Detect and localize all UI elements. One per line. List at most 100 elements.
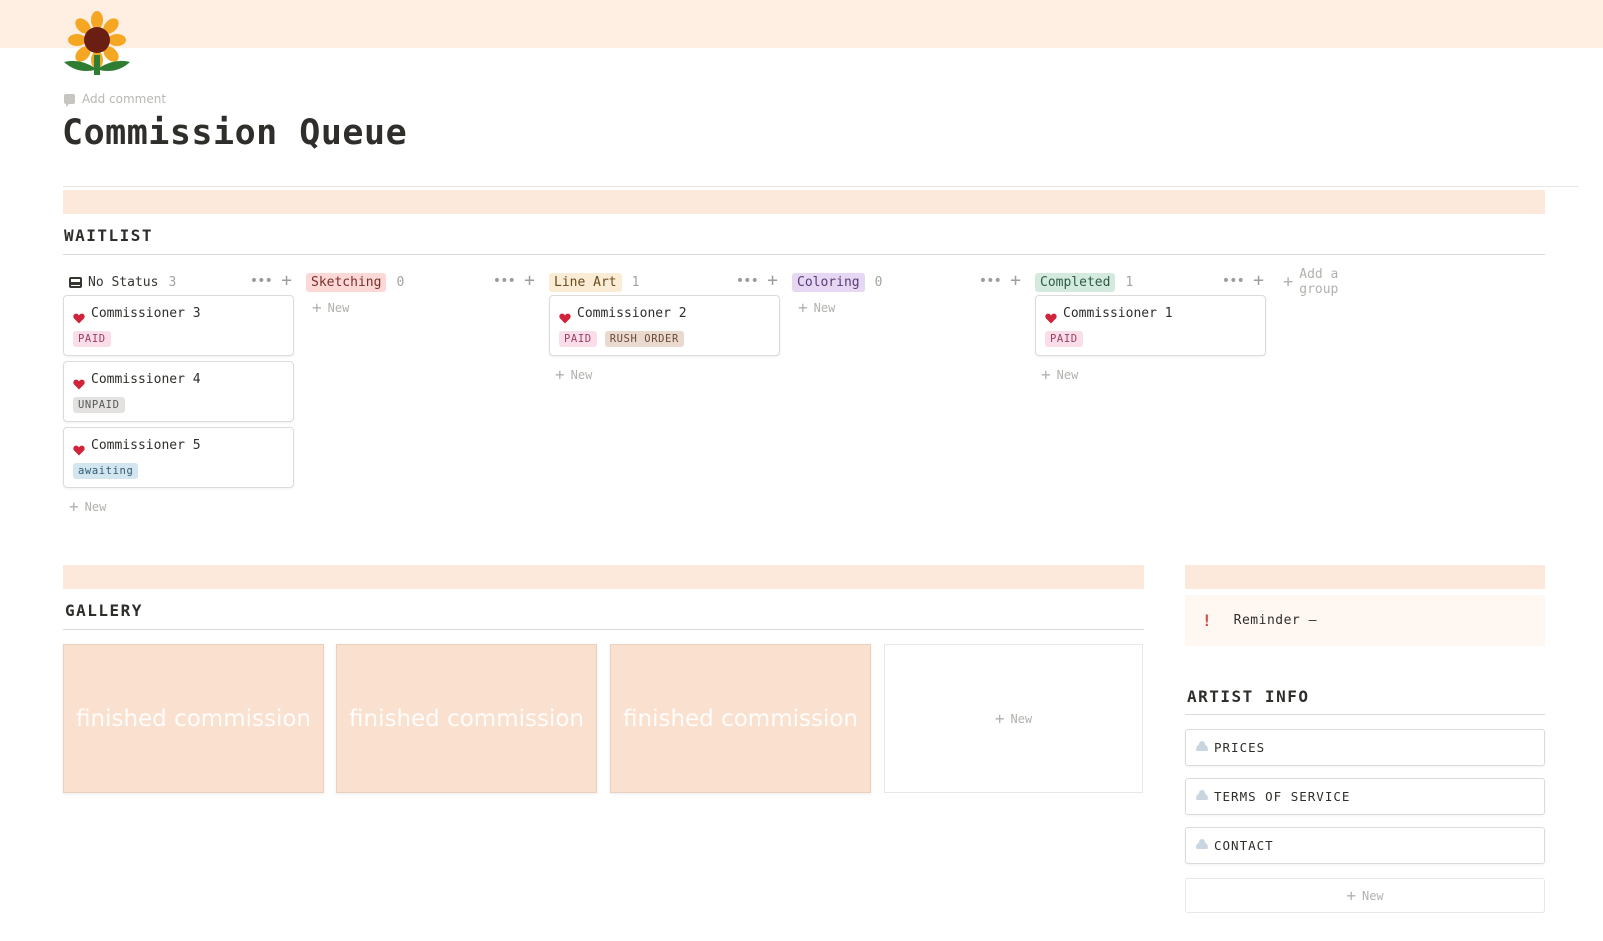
board-card[interactable]: Commissioner 4 UNPAID (63, 361, 294, 422)
new-card-button[interactable]: + New (555, 365, 784, 384)
new-card-button[interactable]: + New (312, 300, 541, 316)
board-column: Completed 1 ••• + Commissioner 1 PAID + New (1035, 270, 1270, 384)
column-header[interactable]: No Status 3 ••• + (63, 270, 298, 294)
more-icon[interactable]: ••• (250, 273, 273, 289)
card-title: Commissioner 1 (1063, 306, 1173, 321)
artist-info-terms-of-service[interactable]: TERMS OF SERVICE (1185, 778, 1545, 815)
artist-info-new-button[interactable]: + New (1185, 878, 1545, 913)
more-icon[interactable]: ••• (736, 273, 759, 289)
plus-icon: + (1346, 886, 1356, 905)
add-card-icon[interactable]: + (524, 270, 535, 292)
card-title: Commissioner 2 (577, 306, 687, 321)
plus-icon: + (555, 365, 565, 384)
sidebar-banner (1185, 565, 1545, 589)
column-count: 1 (1125, 274, 1134, 290)
page-title[interactable]: Commission Queue (62, 113, 407, 153)
new-label: New (327, 301, 350, 315)
gallery-banner (63, 565, 1144, 589)
column-count: 1 (631, 274, 640, 290)
column-label: Completed (1035, 272, 1116, 292)
gallery-card-title: finished commission (76, 705, 311, 732)
new-label: New (84, 500, 107, 514)
more-icon[interactable]: ••• (493, 273, 516, 289)
artist-info-prices[interactable]: PRICES (1185, 729, 1545, 766)
reminder-text: Reminder — (1233, 613, 1317, 628)
add-group-button[interactable]: + Add a group (1283, 267, 1339, 297)
board-column: Coloring 0 ••• + + New (792, 270, 1027, 317)
more-icon[interactable]: ••• (1222, 273, 1245, 289)
plus-icon: + (798, 298, 808, 317)
reminder-callout[interactable]: ! Reminder — (1185, 595, 1545, 646)
add-card-icon[interactable]: + (1253, 270, 1264, 292)
column-header[interactable]: Sketching 0 ••• + (306, 270, 541, 294)
artist-info-heading: ARTIST INFO (1187, 687, 1310, 706)
card-title: Commissioner 3 (91, 306, 201, 321)
add-comment-button[interactable]: Add comment (64, 92, 167, 107)
new-label: New (1361, 888, 1384, 903)
status-tag: PAID (1045, 331, 1083, 347)
column-count: 0 (396, 274, 405, 290)
column-header[interactable]: Coloring 0 ••• + (792, 270, 1027, 294)
card-tags: awaiting (73, 463, 139, 479)
gallery-new-button[interactable]: + New (884, 644, 1143, 793)
board-card[interactable]: Commissioner 2 PAID RUSH ORDER (549, 295, 780, 356)
cloud-icon (1196, 839, 1208, 849)
column-label: Coloring (792, 272, 865, 292)
heart-icon (73, 441, 85, 456)
gallery-card[interactable]: finished commission (63, 644, 324, 793)
cloud-icon (1196, 741, 1208, 751)
new-card-button[interactable]: + New (798, 298, 1027, 317)
status-tag: RUSH ORDER (604, 331, 684, 347)
status-tag: PAID (73, 331, 111, 347)
column-label: Sketching (306, 272, 387, 292)
column-header[interactable]: Line Art 1 ••• + (549, 270, 784, 294)
card-title: Commissioner 5 (91, 438, 201, 453)
comment-icon (64, 94, 75, 107)
heart-icon (73, 309, 85, 324)
waitlist-heading: WAITLIST (64, 226, 154, 245)
board-card[interactable]: Commissioner 3 PAID (63, 295, 294, 356)
add-card-icon[interactable]: + (281, 270, 292, 292)
sunflower-icon[interactable] (62, 10, 132, 80)
new-label: New (570, 368, 593, 382)
plus-icon: + (1283, 272, 1294, 292)
gallery-card[interactable]: finished commission (610, 644, 871, 793)
board-column: No Status 3 ••• + Commissioner 3 PAID Commissi… (63, 270, 298, 516)
card-tags: PAID RUSH ORDER (559, 331, 684, 347)
plus-icon: + (69, 497, 79, 516)
add-group-label: Add a group (1299, 267, 1339, 297)
artist-info-label: PRICES (1214, 740, 1266, 755)
exclamation-icon: ! (1202, 611, 1212, 630)
card-tags: UNPAID (73, 397, 125, 413)
plus-icon: + (994, 709, 1005, 728)
cloud-icon (1196, 790, 1208, 800)
heart-icon (559, 309, 571, 324)
waitlist-banner (63, 190, 1545, 214)
status-tag: awaiting (73, 463, 139, 479)
board-column: Line Art 1 ••• + Commissioner 2 PAID RUSH ORDE… (549, 270, 784, 384)
add-card-icon[interactable]: + (767, 270, 778, 292)
add-comment-label: Add comment (82, 92, 167, 106)
new-card-button[interactable]: + New (69, 497, 298, 516)
column-count: 3 (168, 274, 177, 290)
gallery-card[interactable]: finished commission (336, 644, 597, 793)
new-label: New (1010, 711, 1033, 726)
card-tags: PAID (1045, 331, 1083, 347)
inbox-icon (69, 276, 82, 288)
board-column: Sketching 0 ••• + + New (306, 270, 541, 316)
add-card-icon[interactable]: + (1010, 270, 1021, 292)
card-title: Commissioner 4 (91, 372, 201, 387)
board-card[interactable]: Commissioner 5 awaiting (63, 427, 294, 488)
column-count: 0 (874, 274, 883, 290)
more-icon[interactable]: ••• (979, 273, 1002, 289)
column-header[interactable]: Completed 1 ••• + (1035, 270, 1270, 294)
heart-icon (1045, 309, 1057, 324)
card-tags: PAID (73, 331, 111, 347)
plus-icon: + (1041, 365, 1051, 384)
artist-info-contact[interactable]: CONTACT (1185, 827, 1545, 864)
new-card-button[interactable]: + New (1041, 365, 1270, 384)
status-tag: PAID (559, 331, 597, 347)
column-label: Line Art (549, 272, 622, 292)
column-label: No Status (88, 274, 159, 290)
board-card[interactable]: Commissioner 1 PAID (1035, 295, 1266, 356)
